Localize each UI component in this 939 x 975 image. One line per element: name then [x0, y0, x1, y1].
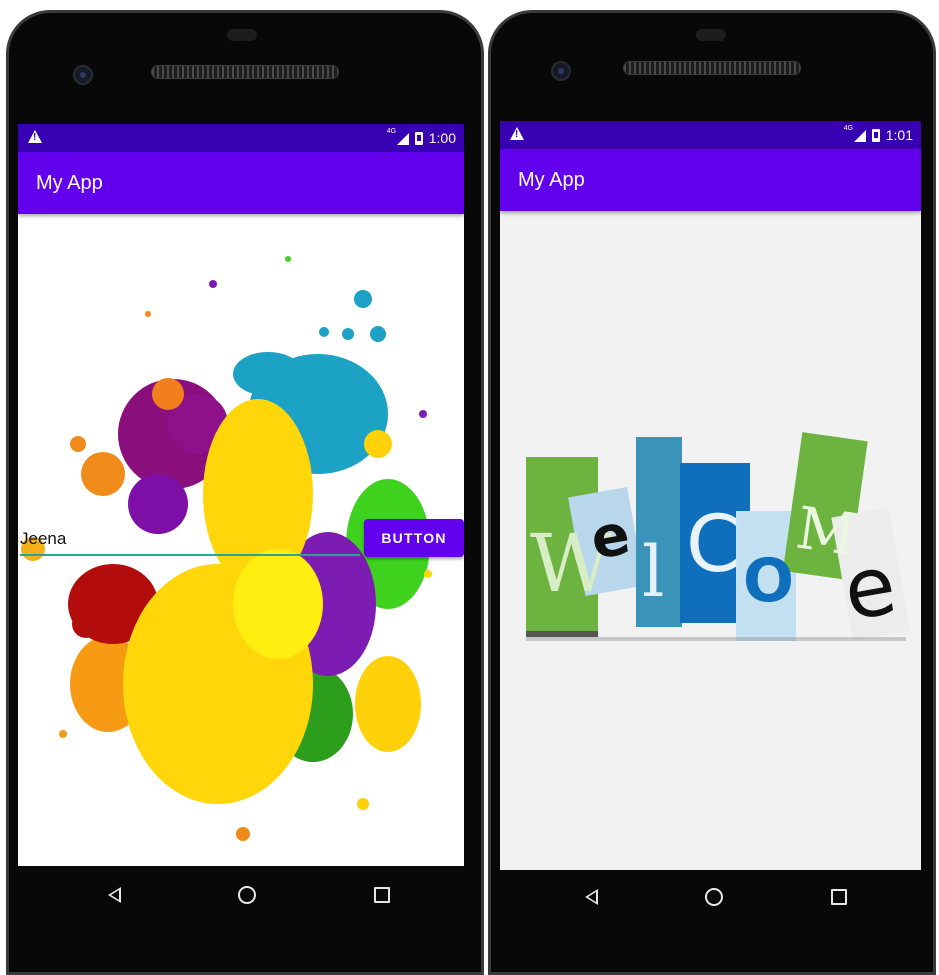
welcome-image: W e l C O M e	[526, 432, 911, 641]
left-screen: 4G 1:00 My App	[18, 124, 464, 866]
app-bar: My App	[500, 149, 921, 211]
warning-icon	[510, 127, 524, 140]
status-time: 1:00	[428, 130, 456, 146]
recents-icon[interactable]	[831, 889, 848, 905]
welcome-letter: O	[743, 546, 794, 616]
name-input[interactable]	[20, 524, 360, 556]
camera-icon	[73, 65, 93, 85]
back-icon[interactable]	[584, 889, 598, 905]
right-phone-frame: 4G 1:01 My App W	[488, 10, 936, 975]
battery-icon	[871, 128, 880, 142]
screen-content: BUTTON	[18, 214, 464, 866]
warning-icon	[28, 130, 42, 143]
home-icon[interactable]	[705, 888, 724, 906]
sensor-slot	[227, 29, 257, 41]
status-time: 1:01	[885, 127, 913, 143]
network-type: 4G	[843, 125, 854, 132]
back-icon[interactable]	[107, 887, 121, 903]
signal-icon: 4G	[843, 125, 866, 142]
app-title: My App	[518, 169, 585, 191]
app-bar: My App	[18, 152, 464, 214]
left-phone-frame: 4G 1:00 My App	[6, 10, 484, 975]
speaker-icon	[151, 65, 339, 79]
app-title: My App	[36, 172, 103, 194]
status-bar: 4G 1:01	[500, 121, 921, 149]
battery-icon	[414, 131, 423, 145]
speaker-icon	[623, 61, 801, 75]
nav-bar	[531, 879, 901, 915]
sensor-slot	[696, 29, 726, 41]
status-bar: 4G 1:00	[18, 124, 464, 152]
camera-icon	[551, 61, 571, 81]
welcome-letter: l	[642, 531, 664, 613]
network-type: 4G	[386, 128, 397, 135]
right-screen: 4G 1:01 My App W	[500, 121, 921, 870]
screen-content: W e l C O M e	[500, 211, 921, 870]
welcome-letter: C	[686, 500, 740, 590]
nav-bar	[49, 877, 449, 913]
recents-icon[interactable]	[374, 887, 391, 903]
signal-icon: 4G	[386, 128, 409, 145]
action-button[interactable]: BUTTON	[364, 519, 464, 557]
home-icon[interactable]	[238, 886, 257, 904]
